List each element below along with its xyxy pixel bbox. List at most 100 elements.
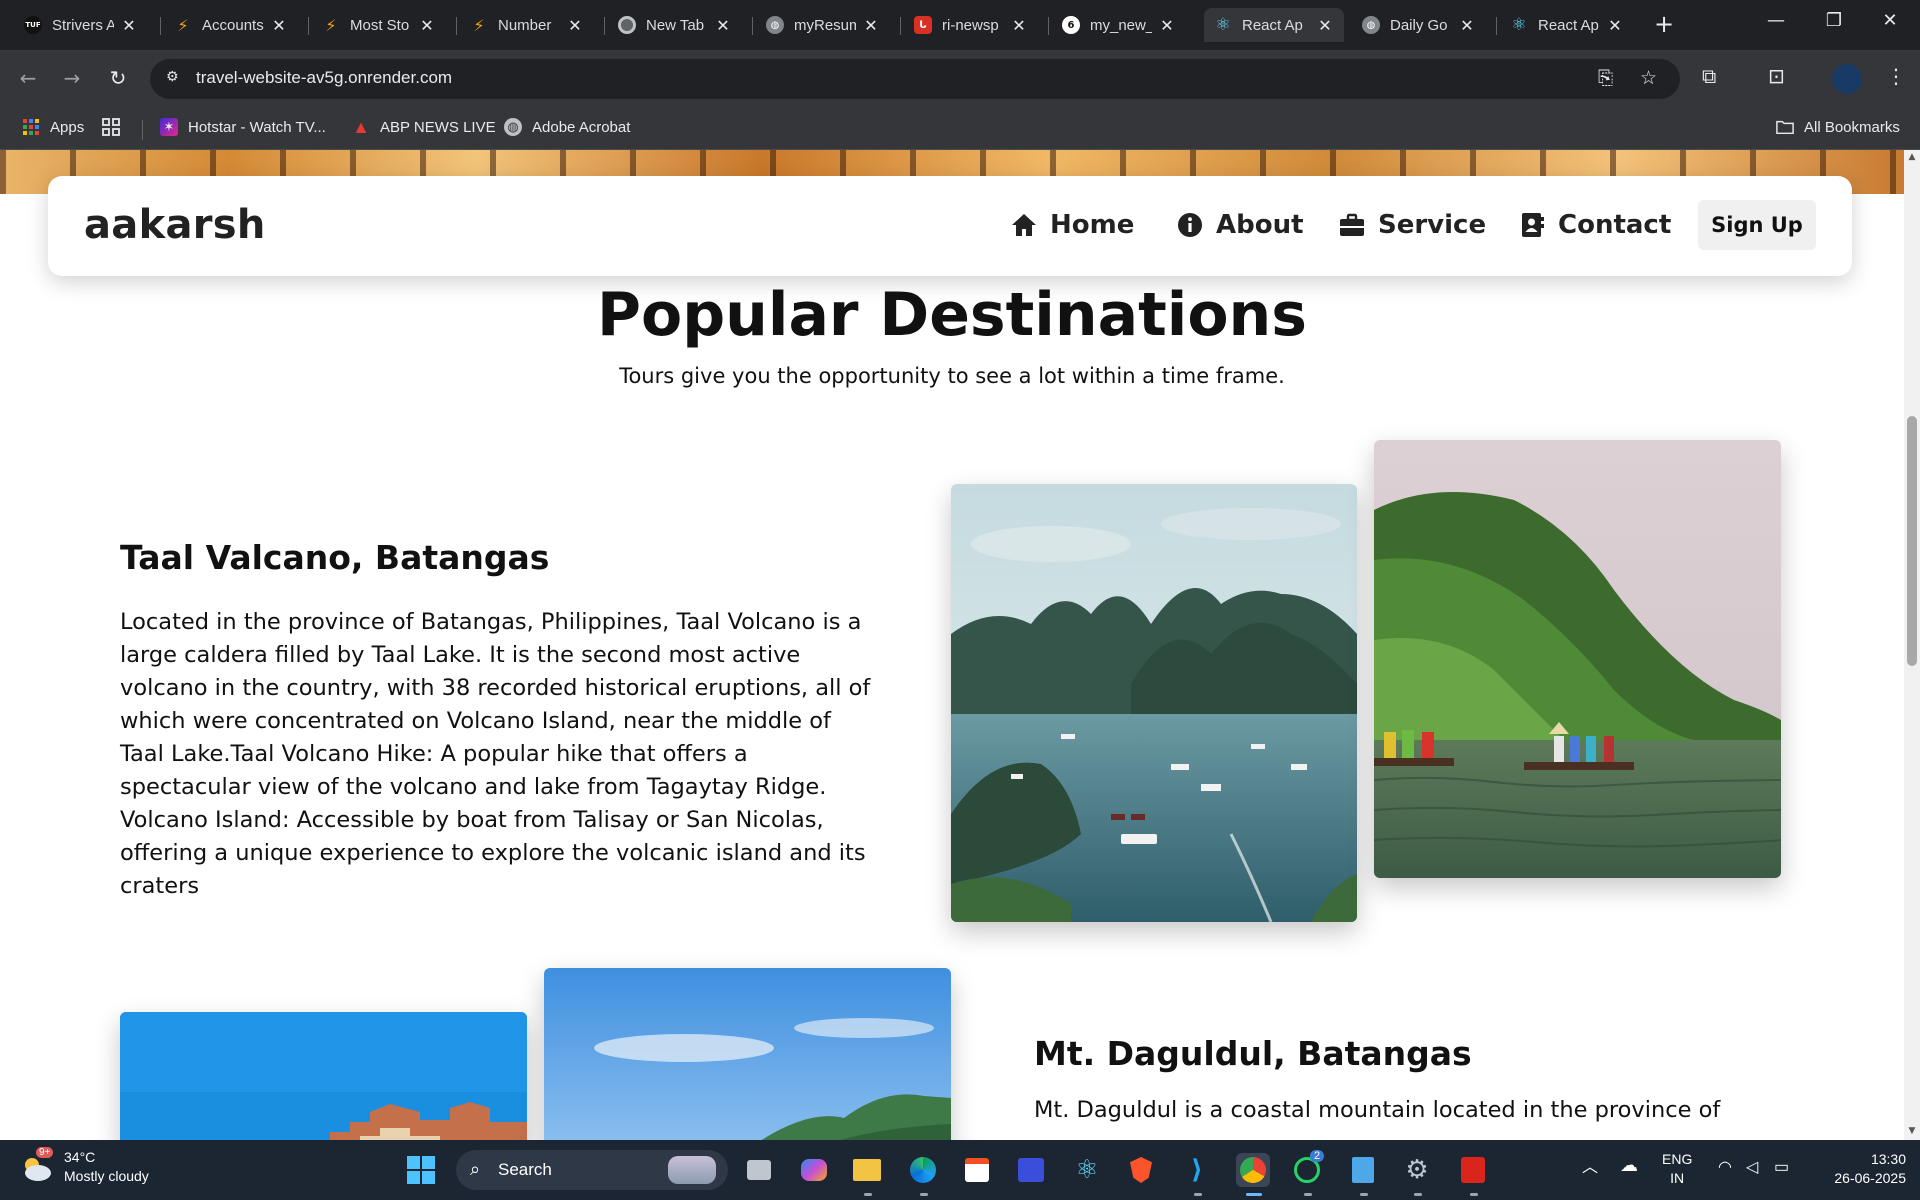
scroll-down-arrow[interactable]: ▼ — [1906, 1126, 1918, 1136]
reload-button[interactable]: ↻ — [104, 66, 132, 90]
browser-tab[interactable]: ⚡ Number ✕ — [460, 8, 594, 42]
volume-icon[interactable]: ◁ — [1746, 1158, 1758, 1177]
wifi-icon[interactable]: ◠ — [1718, 1158, 1732, 1177]
close-icon[interactable]: ✕ — [270, 16, 288, 35]
bookmark-apps[interactable]: Apps — [22, 118, 84, 136]
page-scrollbar[interactable]: ▲ ▼ — [1904, 150, 1920, 1140]
close-icon[interactable]: ✕ — [1158, 16, 1176, 35]
brave-icon — [1130, 1157, 1152, 1183]
bookmark-hotstar[interactable]: ✶ Hotstar - Watch TV... — [160, 118, 326, 136]
destination-title: Taal Valcano, Batangas — [120, 538, 550, 577]
browser-tab[interactable]: ◍ myResum ✕ — [756, 8, 890, 42]
globe-icon: ◍ — [504, 118, 522, 136]
tuf-icon: TUF — [24, 16, 42, 34]
back-button[interactable]: ← — [14, 66, 42, 90]
nav-contact[interactable]: Contact — [1518, 210, 1671, 240]
browser-tab[interactable]: TUF Strivers A ✕ — [14, 8, 148, 42]
close-icon[interactable]: ✕ — [862, 16, 880, 35]
nav-service[interactable]: Service — [1338, 210, 1486, 240]
app-button[interactable] — [1014, 1153, 1048, 1187]
close-icon[interactable]: ✕ — [120, 16, 138, 35]
minimize-button[interactable]: — — [1756, 10, 1796, 31]
browser-tab[interactable]: ⚡ Most Sto ✕ — [312, 8, 446, 42]
running-indicator — [920, 1193, 928, 1196]
forward-button[interactable]: → — [58, 66, 86, 90]
browser-tab[interactable]: 6 my_new_ ✕ — [1052, 8, 1186, 42]
menu-icon[interactable]: ⋮ — [1886, 64, 1906, 88]
site-logo[interactable]: aakarsh — [84, 202, 266, 248]
edge-button[interactable] — [906, 1153, 940, 1187]
new-tab-button[interactable]: + — [1650, 10, 1678, 38]
start-button[interactable] — [404, 1153, 438, 1187]
bookmark-adobe-acrobat[interactable]: ◍ Adobe Acrobat — [504, 118, 630, 136]
bookmark-tab-groups[interactable] — [102, 118, 130, 136]
task-view-button[interactable] — [742, 1153, 776, 1187]
scrollbar-thumb[interactable] — [1907, 416, 1917, 666]
file-explorer-button[interactable] — [850, 1153, 884, 1187]
bookmark-star-icon[interactable]: ☆ — [1640, 67, 1657, 89]
whatsapp-badge: 2 — [1310, 1150, 1325, 1162]
settings-button[interactable]: ⚙ — [1400, 1153, 1434, 1187]
running-indicator-active — [1246, 1193, 1262, 1196]
extensions-icon[interactable]: ⧉ — [1702, 64, 1716, 88]
browser-tab[interactable]: ◍ Daily Go ✕ — [1352, 8, 1486, 42]
browser-tab[interactable]: ⚡ Accounts ✕ — [164, 8, 298, 42]
tab-search-icon[interactable]: ⊡ — [1768, 64, 1785, 88]
close-icon[interactable]: ✕ — [1010, 16, 1028, 35]
browser-tab[interactable]: ᒐ ri-newsp ✕ — [904, 8, 1038, 42]
acrobat-icon — [1461, 1157, 1485, 1183]
search-label: Search — [498, 1160, 552, 1179]
chrome-button[interactable] — [1236, 1153, 1270, 1187]
nav-about[interactable]: About — [1176, 210, 1304, 240]
bookmark-abp-news[interactable]: ▲ ABP NEWS LIVE — [352, 117, 496, 137]
close-icon[interactable]: ✕ — [566, 16, 584, 35]
contact-book-icon — [1522, 213, 1544, 237]
running-indicator — [1470, 1193, 1478, 1196]
notepad-button[interactable] — [1346, 1153, 1380, 1187]
brave-button[interactable] — [1124, 1153, 1158, 1187]
scroll-up-arrow[interactable]: ▲ — [1906, 152, 1918, 162]
briefcase-icon — [1340, 213, 1364, 236]
running-indicator — [864, 1193, 872, 1196]
store-button[interactable] — [960, 1153, 994, 1187]
profile-avatar[interactable] — [1832, 64, 1862, 94]
taskbar-search[interactable]: ⌕ Search — [456, 1150, 728, 1190]
browser-tab-active[interactable]: ⚛ React Ap ✕ — [1204, 8, 1344, 42]
home-icon — [1012, 214, 1036, 236]
globe-icon: ◍ — [1362, 16, 1380, 34]
clock[interactable]: 13:30 26-06-2025 — [1816, 1150, 1906, 1188]
address-bar[interactable]: ⚙ travel-website-av5g.onrender.com ⎘ ☆ — [150, 59, 1680, 99]
tab-title: React Ap — [1242, 16, 1303, 34]
destination-description: Mt. Daguldul is a coastal mountain locat… — [1034, 1097, 1721, 1123]
close-icon[interactable]: ✕ — [1316, 16, 1334, 35]
url-text[interactable]: travel-website-av5g.onrender.com — [196, 68, 452, 88]
install-app-icon[interactable]: ⎘ — [1598, 67, 1613, 89]
tab-title: Daily Go — [1390, 16, 1448, 34]
close-icon[interactable]: ✕ — [1606, 16, 1624, 35]
onedrive-icon[interactable]: ☁ — [1620, 1156, 1638, 1175]
browser-tab[interactable]: New Tab ✕ — [608, 8, 742, 42]
battery-icon[interactable]: ▭ — [1774, 1158, 1789, 1177]
browser-tab-strip: TUF Strivers A ✕ ⚡ Accounts ✕ ⚡ Most Sto… — [0, 0, 1920, 50]
close-window-button[interactable]: ✕ — [1870, 10, 1910, 31]
tab-title: New Tab — [646, 16, 705, 34]
close-icon[interactable]: ✕ — [418, 16, 436, 35]
react-icon: ⚛ — [1215, 15, 1231, 35]
sign-up-button[interactable]: Sign Up — [1698, 200, 1816, 250]
close-icon[interactable]: ✕ — [714, 16, 732, 35]
close-icon[interactable]: ✕ — [1458, 16, 1476, 35]
language-indicator[interactable]: ENG IN — [1662, 1150, 1692, 1188]
acrobat-button[interactable] — [1456, 1153, 1490, 1187]
vscode-button[interactable]: ⟩ — [1180, 1153, 1214, 1187]
destination-photo-bay — [951, 484, 1357, 922]
orange-bolt-icon: ⚡ — [177, 15, 189, 35]
show-hidden-icons-button[interactable]: ︿ — [1582, 1158, 1598, 1177]
restore-button[interactable]: ❐ — [1814, 10, 1854, 31]
all-bookmarks-folder[interactable]: All Bookmarks — [1776, 118, 1900, 136]
nav-label: About — [1216, 210, 1304, 240]
nav-home[interactable]: Home — [1010, 210, 1134, 240]
copilot-button[interactable] — [797, 1153, 831, 1187]
browser-tab[interactable]: ⚛ React Ap ✕ — [1500, 8, 1634, 42]
site-info-icon[interactable]: ⚙ — [166, 69, 186, 89]
react-devtools-button[interactable]: ⚛ — [1070, 1153, 1104, 1187]
